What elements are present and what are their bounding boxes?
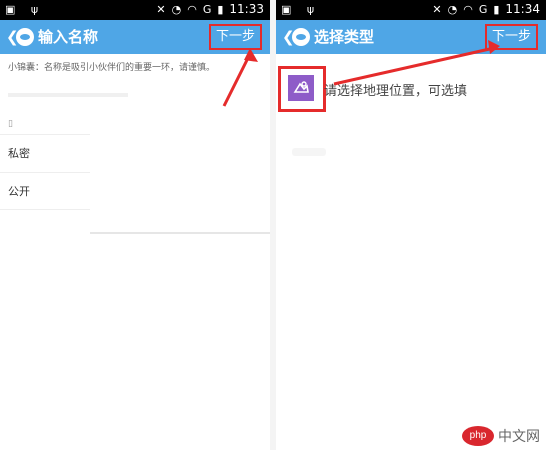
annotation-arrow-icon: [333, 40, 500, 86]
app-logo-icon: [16, 28, 34, 46]
privacy-option-label: 私密: [8, 147, 30, 160]
app-logo-icon: [292, 28, 310, 46]
watermark: php 中文网: [462, 426, 540, 446]
alarm-icon: ◔: [447, 2, 458, 16]
watermark-text: 中文网: [498, 429, 540, 445]
left-screen: ▣ ψ ✕ ◔ ◠ G ▮ 11:33 ❮ 输入名称 下一步 小锦囊：名称是吸引…: [0, 0, 270, 450]
page-title: 输入名称: [38, 28, 99, 46]
alarm-icon: ◔: [171, 2, 182, 16]
annotation-arrow-icon: [222, 48, 258, 107]
name-input-field[interactable]: [8, 93, 128, 97]
wifi-icon: ◠: [463, 2, 473, 16]
signal-indicator: G: [478, 2, 488, 16]
signal-indicator: G: [202, 2, 212, 16]
divider-line: [90, 232, 270, 234]
status-bar: ▣ ψ ✕ ◔ ◠ G ▮ 11:34: [276, 0, 546, 20]
mute-icon: ✕: [432, 2, 442, 16]
privacy-option-public[interactable]: 公开: [0, 172, 90, 210]
map-location-icon: [288, 75, 314, 101]
status-time: 11:33: [229, 2, 264, 16]
name-hint: 小锦囊：名称是吸引小伙伴们的重要一环，请谨慎。: [8, 63, 216, 73]
status-bar: ▣ ψ ✕ ◔ ◠ G ▮ 11:33: [0, 0, 270, 20]
faint-placeholder: [292, 148, 326, 156]
cursor-mark: ▯: [8, 119, 13, 129]
privacy-option-label: 公开: [8, 185, 30, 198]
status-icons-left: ▣ ψ: [281, 3, 321, 16]
status-time: 11:34: [505, 2, 540, 16]
status-icons-left: ▣ ψ: [5, 3, 45, 16]
location-picker[interactable]: [278, 66, 326, 112]
status-icons-right: ✕ ◔ ◠ G ▮ 11:34: [432, 2, 540, 16]
watermark-badge: php: [462, 426, 494, 446]
battery-icon: ▮: [217, 2, 224, 16]
mute-icon: ✕: [156, 2, 166, 16]
right-screen: ▣ ψ ✕ ◔ ◠ G ▮ 11:34 ❮ 选择类型 下一步 请选择地理位置，可…: [276, 0, 546, 450]
status-icons-right: ✕ ◔ ◠ G ▮ 11:33: [156, 2, 264, 16]
privacy-option-private[interactable]: 私密: [0, 134, 90, 171]
wifi-icon: ◠: [187, 2, 197, 16]
battery-icon: ▮: [493, 2, 500, 16]
